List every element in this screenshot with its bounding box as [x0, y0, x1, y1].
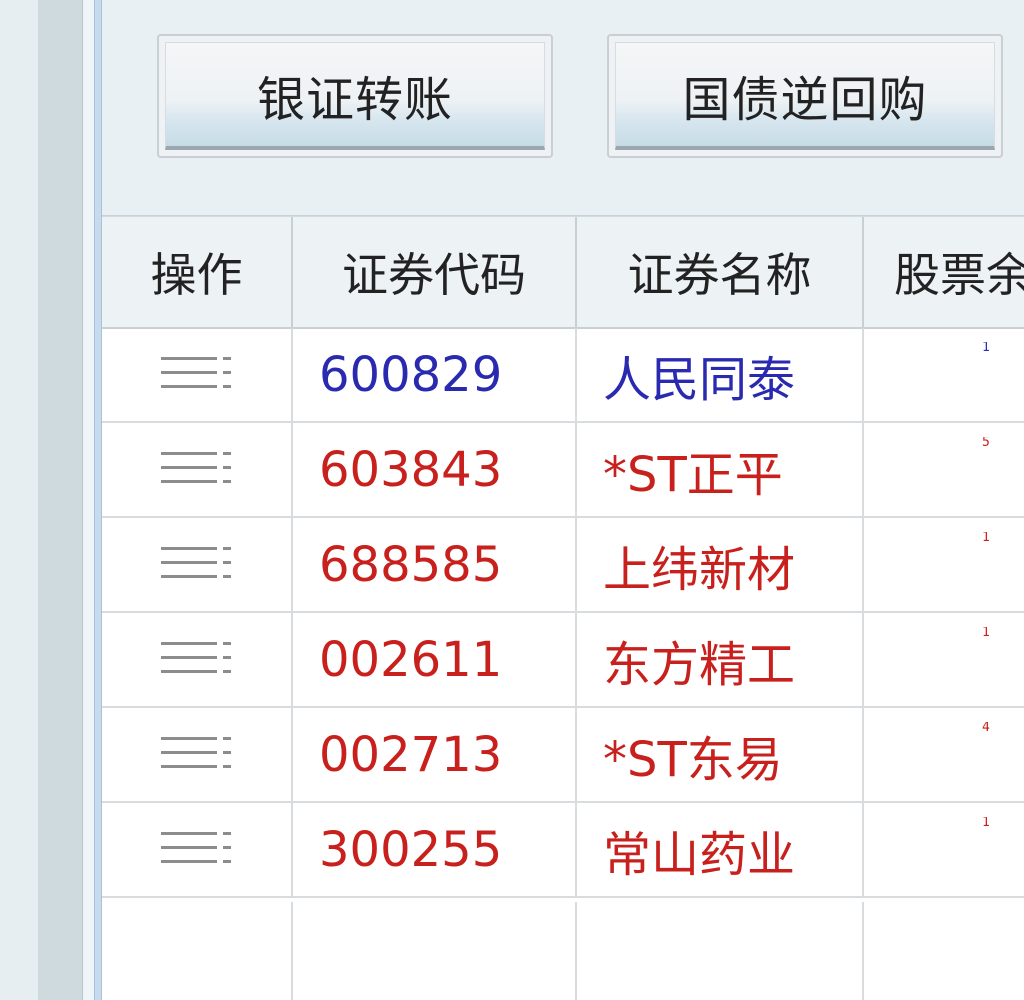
reverse-repo-label: 国债逆回购	[615, 42, 995, 150]
security-name-cell: 上纬新材	[577, 518, 864, 611]
menu-lines-icon[interactable]	[160, 448, 233, 492]
stock-balance-cell: 5	[864, 423, 1024, 516]
row-action-cell[interactable]	[102, 518, 293, 611]
table-row[interactable]: 600829 人民同泰 1	[102, 328, 1024, 423]
clipped-balance-text: 1	[982, 342, 990, 355]
security-code-cell: 300255	[293, 803, 577, 896]
security-name-cell: *ST东易	[577, 708, 864, 801]
table-row[interactable]: 002611 东方精工 1	[102, 613, 1024, 708]
column-divider	[862, 902, 864, 1000]
header-security-code[interactable]: 证券代码	[293, 217, 577, 327]
bank-transfer-label: 银证转账	[165, 42, 545, 150]
stock-balance-cell: 1	[864, 803, 1024, 896]
left-panel	[0, 0, 38, 1000]
column-divider	[575, 902, 577, 1000]
header-action[interactable]: 操作	[102, 217, 293, 327]
table-header: 操作 证券代码 证券名称 股票余	[102, 216, 1024, 329]
menu-lines-icon[interactable]	[160, 353, 233, 397]
clipped-balance-value: 1	[982, 342, 1024, 406]
menu-lines-icon[interactable]	[160, 638, 233, 682]
trading-window: 银证转账 国债逆回购 操作 证券代码 证券名称 股票余 600829 人民同泰 1 6…	[0, 0, 1024, 1000]
security-name-cell: 东方精工	[577, 613, 864, 706]
bank-transfer-button[interactable]: 银证转账	[157, 34, 553, 158]
column-divider	[291, 902, 293, 1000]
security-name-cell: 人民同泰	[577, 328, 864, 421]
table-row[interactable]: 603843 *ST正平 5	[102, 423, 1024, 518]
row-action-cell[interactable]	[102, 803, 293, 896]
menu-lines-icon[interactable]	[160, 733, 233, 777]
table-row[interactable]: 688585 上纬新材 1	[102, 518, 1024, 613]
empty-row	[102, 902, 1024, 1000]
security-name-cell: *ST正平	[577, 423, 864, 516]
stock-balance-cell: 1	[864, 328, 1024, 421]
clipped-balance-value: 1	[982, 627, 1024, 691]
clipped-balance-text: 1	[982, 627, 990, 640]
header-stock-balance[interactable]: 股票余	[864, 217, 1024, 327]
security-code-cell: 002713	[293, 708, 577, 801]
holdings-table: 操作 证券代码 证券名称 股票余 600829 人民同泰 1 603843 *ST正平 5…	[102, 216, 1024, 1000]
security-code-cell: 600829	[293, 328, 577, 421]
menu-lines-icon[interactable]	[160, 828, 233, 872]
clipped-balance-text: 5	[982, 437, 990, 450]
security-code-cell: 002611	[293, 613, 577, 706]
row-action-cell[interactable]	[102, 613, 293, 706]
reverse-repo-button[interactable]: 国债逆回购	[607, 34, 1003, 158]
table-row[interactable]: 300255 常山药业 1	[102, 803, 1024, 898]
header-security-name[interactable]: 证券名称	[577, 217, 864, 327]
row-action-cell[interactable]	[102, 708, 293, 801]
splitter[interactable]	[94, 0, 102, 1000]
toolbar: 银证转账 国债逆回购	[102, 0, 1024, 216]
security-code-cell: 603843	[293, 423, 577, 516]
row-action-cell[interactable]	[102, 328, 293, 421]
clipped-balance-value: 5	[982, 437, 1024, 501]
row-action-cell[interactable]	[102, 423, 293, 516]
main-panel: 银证转账 国债逆回购 操作 证券代码 证券名称 股票余 600829 人民同泰 1 6…	[102, 0, 1024, 1000]
security-code-cell: 688585	[293, 518, 577, 611]
panel-gap	[83, 0, 94, 1000]
stock-balance-cell: 1	[864, 518, 1024, 611]
security-name-cell: 常山药业	[577, 803, 864, 896]
clipped-balance-text: 1	[982, 817, 990, 830]
clipped-balance-value: 1	[982, 817, 1024, 881]
left-scrollbar[interactable]	[38, 0, 83, 1000]
clipped-balance-value: 4	[982, 722, 1024, 786]
clipped-balance-text: 4	[982, 722, 990, 735]
clipped-balance-value: 1	[982, 532, 1024, 596]
table-body: 600829 人民同泰 1 603843 *ST正平 5 688585 上纬新材 1 002611…	[102, 328, 1024, 898]
table-row[interactable]: 002713 *ST东易 4	[102, 708, 1024, 803]
stock-balance-cell: 1	[864, 613, 1024, 706]
clipped-balance-text: 1	[982, 532, 990, 545]
stock-balance-cell: 4	[864, 708, 1024, 801]
menu-lines-icon[interactable]	[160, 543, 233, 587]
